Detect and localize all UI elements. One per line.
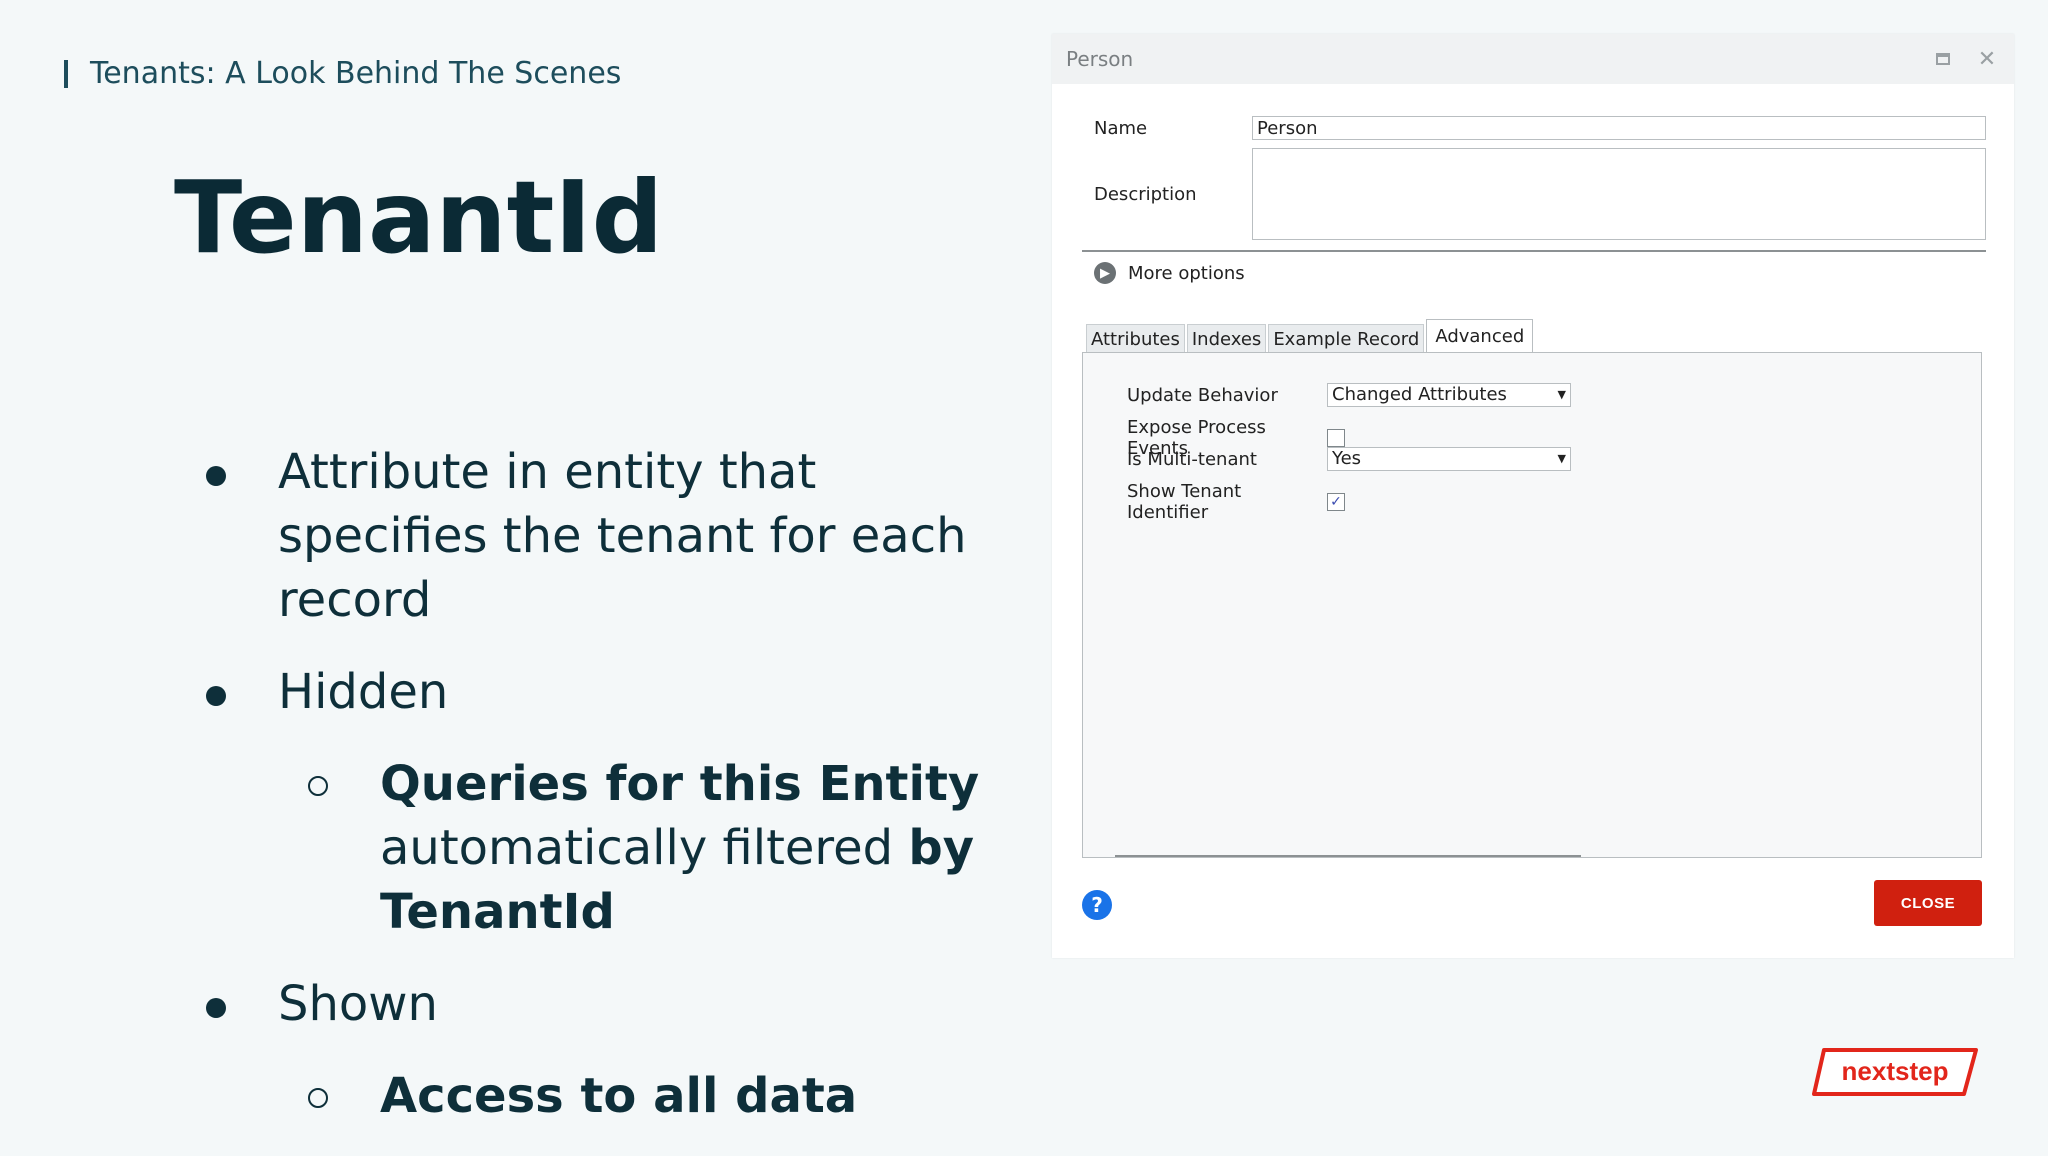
bullet-dot <box>206 686 226 706</box>
multi-tenant-label: Is Multi-tenant <box>1127 448 1257 470</box>
horizontal-scrollbar[interactable] <box>1115 855 1581 857</box>
close-button[interactable]: CLOSE <box>1874 880 1982 926</box>
slide-kicker: Tenants: A Look Behind The Scenes <box>64 56 621 91</box>
update-behavior-value: Changed Attributes <box>1332 384 1507 405</box>
more-options-label: More options <box>1128 262 1245 284</box>
entity-form: Name Person Description ▶ More options <box>1082 116 1986 284</box>
show-tenant-row: Show Tenant Identifier ✓ <box>1127 481 1345 523</box>
name-field[interactable]: Person <box>1252 116 1986 140</box>
advanced-panel: Update Behavior Changed Attributes ▼ Exp… <box>1082 352 1982 858</box>
multi-tenant-select[interactable]: Yes ▼ <box>1327 447 1571 471</box>
name-label: Name <box>1094 117 1148 139</box>
sub-bullet-bold: Access to all data <box>380 1068 858 1124</box>
entity-dialog: Person ✕ Name Person Description ▶ More … <box>1052 34 2014 958</box>
bullet-text: Attribute in entity that specifies the t… <box>278 444 967 628</box>
dropdown-caret-icon: ▼ <box>1557 388 1566 401</box>
update-behavior-label: Update Behavior <box>1127 384 1278 406</box>
update-behavior-row: Update Behavior Changed Attributes ▼ <box>1127 383 1571 407</box>
tab-attributes[interactable]: Attributes <box>1086 324 1185 354</box>
bullet-list: Attribute in entity that specifies the t… <box>200 440 1020 1156</box>
dialog-header: Person ✕ <box>1052 34 2014 84</box>
bullet-dot <box>206 466 226 486</box>
kicker-bar <box>64 59 68 88</box>
svg-text:nextstep: nextstep <box>1842 1056 1949 1086</box>
multi-tenant-value: Yes <box>1332 448 1362 469</box>
update-behavior-select[interactable]: Changed Attributes ▼ <box>1327 383 1571 407</box>
sub-bullet-circle <box>308 776 328 796</box>
tab-bar: Attributes Indexes Example Record Advanc… <box>1086 318 1535 355</box>
description-field[interactable] <box>1252 148 1986 240</box>
description-label: Description <box>1094 183 1197 205</box>
sub-bullet-queries: Queries for this Entity automatically fi… <box>302 752 1020 944</box>
name-row: Name Person <box>1082 116 1986 140</box>
tab-advanced[interactable]: Advanced <box>1426 319 1534 355</box>
help-icon[interactable]: ? <box>1082 890 1112 920</box>
dropdown-caret-icon: ▼ <box>1557 452 1566 465</box>
description-row: Description <box>1082 148 1986 240</box>
show-tenant-label: Show Tenant Identifier <box>1127 481 1242 523</box>
sub-bullet-normal: automatically filtered <box>380 820 909 876</box>
kicker-text: Tenants: A Look Behind The Scenes <box>90 56 622 91</box>
bullet-hidden: Hidden <box>200 660 1020 724</box>
sub-bullet-bold: Queries for this Entity <box>380 756 980 812</box>
tab-example-record[interactable]: Example Record <box>1268 324 1425 354</box>
dialog-title: Person <box>1066 47 1134 71</box>
bullet-attribute: Attribute in entity that specifies the t… <box>200 440 1020 632</box>
slide-title: TenantId <box>174 159 664 276</box>
multi-tenant-row: Is Multi-tenant Yes ▼ <box>1127 447 1571 471</box>
checkmark-icon: ✓ <box>1330 494 1342 510</box>
expose-events-checkbox[interactable] <box>1327 429 1345 447</box>
nextstep-logo: nextstep <box>1812 1048 1978 1096</box>
bullet-dot <box>206 998 226 1018</box>
sub-bullet-circle <box>308 1088 328 1108</box>
bullet-text: Shown <box>278 976 438 1032</box>
tab-indexes[interactable]: Indexes <box>1186 324 1267 354</box>
close-x-icon[interactable]: ✕ <box>1974 46 2000 72</box>
divider <box>1082 250 1986 252</box>
show-tenant-checkbox[interactable]: ✓ <box>1327 493 1345 511</box>
more-options-toggle[interactable]: ▶ More options <box>1082 262 1986 284</box>
chevron-right-circle-icon: ▶ <box>1094 262 1116 284</box>
sub-bullet-access: Access to all data <box>302 1064 1020 1128</box>
maximize-icon[interactable] <box>1930 46 1956 72</box>
bullet-shown: Shown <box>200 972 1020 1036</box>
bullet-text: Hidden <box>278 664 449 720</box>
